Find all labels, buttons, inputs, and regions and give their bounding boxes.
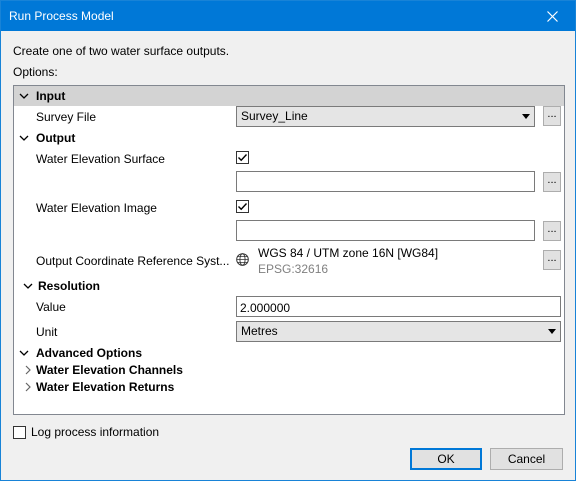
chevron-right-icon: [25, 365, 31, 375]
cancel-button[interactable]: Cancel: [490, 448, 563, 470]
water-elevation-surface-label: Water Elevation Surface: [36, 152, 165, 166]
output-crs-label: Output Coordinate Reference Syst...: [36, 254, 230, 268]
chevron-down-icon: [19, 135, 29, 141]
close-icon: [546, 10, 558, 22]
resolution-value-input[interactable]: [236, 296, 561, 317]
section-output-header[interactable]: Output: [14, 128, 564, 148]
chevron-right-icon: [25, 382, 31, 392]
log-process-label[interactable]: Log process information: [31, 425, 159, 439]
chevron-down-icon: [19, 350, 29, 356]
globe-icon: [236, 253, 249, 266]
title-bar[interactable]: Run Process Model: [1, 1, 575, 31]
section-output-label: Output: [36, 131, 76, 145]
survey-file-select[interactable]: Survey_Line: [236, 106, 535, 127]
section-resolution-header[interactable]: Resolution: [14, 276, 564, 296]
options-label: Options:: [13, 65, 58, 79]
water-elevation-surface-browse-button[interactable]: ...: [543, 172, 561, 192]
ok-button[interactable]: OK: [410, 448, 482, 470]
crs-name: WGS 84 / UTM zone 16N [WG84]: [258, 246, 439, 260]
section-input-label: Input: [36, 89, 66, 103]
section-input-header[interactable]: Input: [14, 86, 564, 106]
checkmark-icon: [238, 154, 248, 162]
resolution-value-label: Value: [36, 300, 66, 314]
water-elevation-image-label: Water Elevation Image: [36, 201, 157, 215]
crs-epsg-code: EPSG:32616: [258, 262, 329, 276]
caret-down-icon: [548, 329, 556, 334]
dialog-window: Run Process Model Create one of two wate…: [0, 0, 576, 481]
water-elevation-image-browse-button[interactable]: ...: [543, 221, 561, 241]
options-panel: Input Survey File Survey_Line ... Output…: [13, 85, 565, 415]
water-elevation-surface-path-input[interactable]: [236, 171, 535, 192]
dialog-description: Create one of two water surface outputs.: [13, 44, 230, 58]
survey-file-browse-button[interactable]: ...: [543, 106, 561, 126]
window-title: Run Process Model: [9, 9, 114, 23]
chevron-down-icon: [23, 283, 33, 289]
close-button[interactable]: [529, 1, 575, 31]
caret-down-icon: [522, 114, 530, 119]
section-resolution-label: Resolution: [38, 279, 100, 293]
water-elevation-surface-checkbox[interactable]: [236, 151, 249, 164]
resolution-unit-select[interactable]: Metres: [236, 321, 561, 342]
section-returns-label: Water Elevation Returns: [36, 380, 175, 394]
log-process-checkbox[interactable]: [13, 426, 26, 439]
resolution-unit-label: Unit: [36, 325, 58, 339]
chevron-down-icon: [19, 93, 29, 99]
section-returns-header[interactable]: Water Elevation Returns: [14, 377, 564, 397]
checkmark-icon: [238, 203, 248, 211]
section-advanced-label: Advanced Options: [36, 346, 143, 360]
section-channels-label: Water Elevation Channels: [36, 363, 183, 377]
water-elevation-image-path-input[interactable]: [236, 220, 535, 241]
crs-select-button[interactable]: ...: [543, 250, 561, 270]
resolution-unit-value: Metres: [241, 324, 278, 338]
survey-file-value: Survey_Line: [241, 109, 308, 123]
survey-file-label: Survey File: [36, 110, 97, 124]
water-elevation-image-checkbox[interactable]: [236, 200, 249, 213]
